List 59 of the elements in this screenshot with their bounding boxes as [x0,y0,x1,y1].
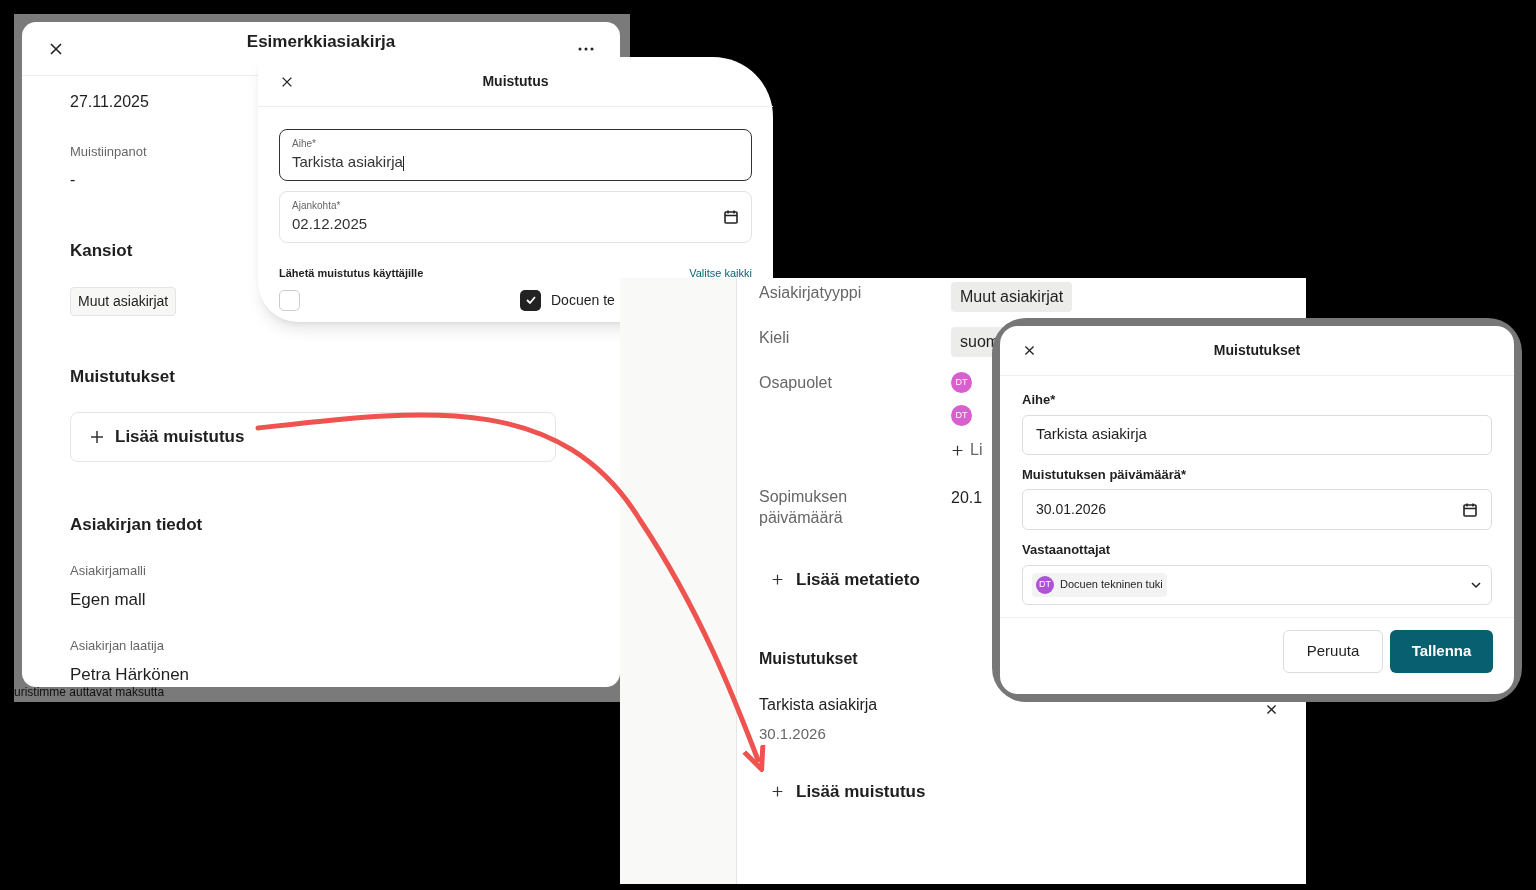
field-value: Petra Härkönen [70,663,190,686]
add-metadata-button[interactable]: Lisää metatieto [771,567,920,593]
metadata-label: Kieli [759,328,791,348]
section-heading: Asiakirjan tiedot [70,513,204,536]
add-reminder-button[interactable]: Lisää muistutus [771,779,926,805]
add-reminder-button[interactable]: Lisää muistutus [70,411,556,462]
field-value: Egen mall [70,588,146,611]
calendar-icon[interactable] [723,209,739,225]
recipients-label: Lähetä muistutus käyttäjille [279,266,424,281]
field-label: Muistutuksen päivämäärä* [1022,465,1186,484]
metadata-label: Asiakirjatyyppi [759,283,863,303]
dialog-title: Muistutukset [1213,341,1301,360]
recipients-select[interactable]: DT Docuen tekninen tuki [1022,564,1492,605]
folder-chip[interactable]: Muut asiakirjat [70,287,177,316]
save-button[interactable]: Tallenna [1390,629,1493,673]
reminder-title: Tarkista asiakirja [759,694,878,715]
section-heading: Muistutukset [759,648,859,669]
subject-field[interactable]: Aihe* Tarkista asiakirja [279,129,752,181]
close-icon[interactable] [280,75,294,89]
reminder-date: 30.1.2026 [759,723,827,744]
field-label: Asiakirjamalli [70,562,146,580]
party-avatar: DT [951,405,972,426]
add-party-link[interactable]: Li [970,438,983,462]
more-icon[interactable] [578,46,594,51]
field-label: Vastaanottajat [1022,541,1111,559]
dialog-title: Muistutus [482,72,549,91]
date-value: 27.11.2025 [70,92,149,112]
calendar-icon[interactable] [1462,501,1478,518]
metadata-label: Sopimuksen päivämäärä [759,487,849,528]
field-label: Asiakirjan laatija [70,637,164,655]
remove-icon[interactable] [1265,702,1278,716]
section-heading: Muistutukset [70,366,176,388]
party-avatar: DT [951,372,972,393]
check-icon [524,294,537,306]
footer-text: uristimme auttavat maksutta [14,684,165,701]
value-chip[interactable]: Muut asiakirjat [951,282,1073,312]
document-title: Esimerkkiasiakirja [246,30,396,53]
checkbox-label: Docuen te [551,290,615,310]
section-heading: Kansiot [70,239,133,262]
date-field[interactable]: 30.01.2026 [1022,489,1492,530]
close-icon[interactable] [48,40,64,57]
checkbox[interactable] [520,289,541,311]
field-value: - [70,169,76,190]
close-icon[interactable] [1023,344,1036,357]
date-field[interactable]: Ajankohta* 02.12.2025 [279,191,752,243]
subject-field[interactable]: Tarkista asiakirja [1022,414,1492,455]
metadata-value: 20.1 [951,488,983,508]
field-label: Aihe* [1022,391,1056,409]
recipient-chip: DT Docuen tekninen tuki [1032,572,1167,597]
recipient-avatar: DT [1036,575,1054,594]
plus-icon [771,785,784,799]
plus-icon [89,428,105,445]
checkbox[interactable] [279,289,300,311]
field-label: Muistiinpanot [70,143,147,161]
select-all-link[interactable]: Valitse kaikki [689,265,752,282]
cancel-button[interactable]: Peruuta [1283,629,1383,673]
metadata-label: Osapuolet [759,373,833,393]
plus-icon [951,443,964,457]
plus-icon [771,573,784,587]
